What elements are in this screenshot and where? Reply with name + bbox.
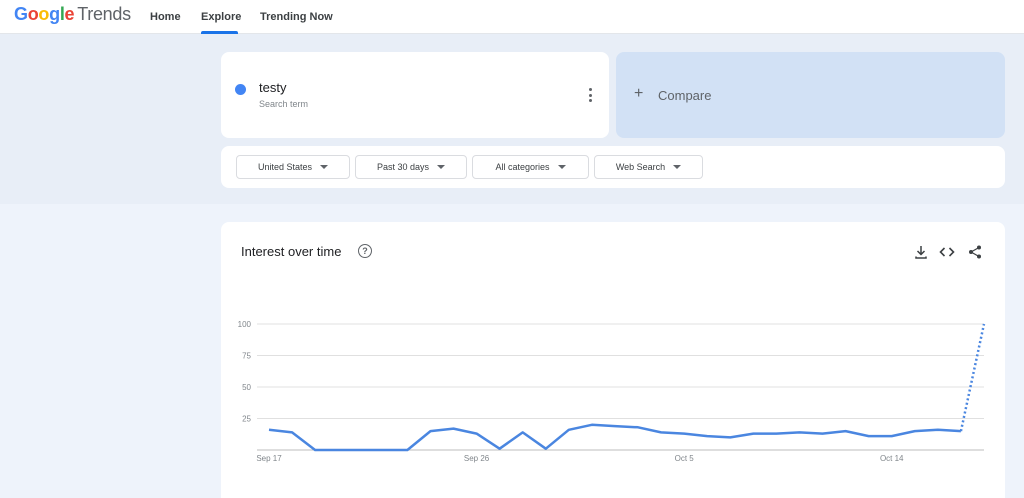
compare-label: Compare (658, 88, 712, 103)
logo-google: Google (14, 4, 75, 24)
interest-line-chart: 100 75 50 25 Sep 17 Sep 26 Oct 5 Oct 14 (238, 320, 986, 463)
caret-down-icon (557, 165, 566, 169)
series-line (268, 423, 961, 452)
filter-region-label: United States (257, 162, 313, 172)
top-header: Google Trends Home Explore Trending Now (0, 0, 1024, 34)
filter-bar: United States Past 30 days All categorie… (221, 146, 1005, 188)
y-tick-label: 100 (238, 320, 252, 329)
filter-time-range[interactable]: Past 30 days (355, 155, 467, 179)
search-term-card[interactable]: testy Search term (221, 52, 609, 138)
nav-trending-now[interactable]: Trending Now (260, 0, 333, 34)
x-tick-label: Oct 5 (675, 454, 695, 463)
filter-search-type-label: Web Search (615, 162, 666, 172)
x-tick-label: Sep 26 (464, 454, 490, 463)
nav-explore[interactable]: Explore (201, 0, 241, 34)
y-tick-label: 50 (242, 383, 251, 392)
logo-trends: Trends (77, 4, 131, 24)
more-vert-icon[interactable] (583, 88, 597, 102)
filter-category[interactable]: All categories (472, 155, 589, 179)
caret-down-icon (437, 165, 446, 169)
filter-category-label: All categories (495, 162, 550, 172)
x-tick-label: Oct 14 (880, 454, 904, 463)
compare-card[interactable]: + Compare (616, 52, 1005, 138)
plus-icon: + (634, 85, 644, 102)
filter-search-type[interactable]: Web Search (594, 155, 703, 179)
term-name[interactable]: testy (259, 80, 286, 95)
caret-down-icon (673, 165, 682, 169)
x-tick-label: Sep 17 (256, 454, 282, 463)
y-tick-label: 25 (242, 415, 251, 424)
interest-over-time-card: Interest over time ? 100 75 50 25 Sep 17 Sep … (221, 222, 1005, 498)
filter-time-label: Past 30 days (376, 162, 430, 172)
caret-down-icon (320, 165, 329, 169)
term-subtitle: Search term (259, 99, 309, 109)
filter-region[interactable]: United States (236, 155, 350, 179)
series-line-partial (959, 323, 986, 432)
y-tick-label: 75 (242, 352, 251, 361)
term-color-dot (235, 84, 246, 95)
google-trends-logo[interactable]: Google Trends (14, 4, 131, 25)
nav-home[interactable]: Home (150, 0, 181, 34)
